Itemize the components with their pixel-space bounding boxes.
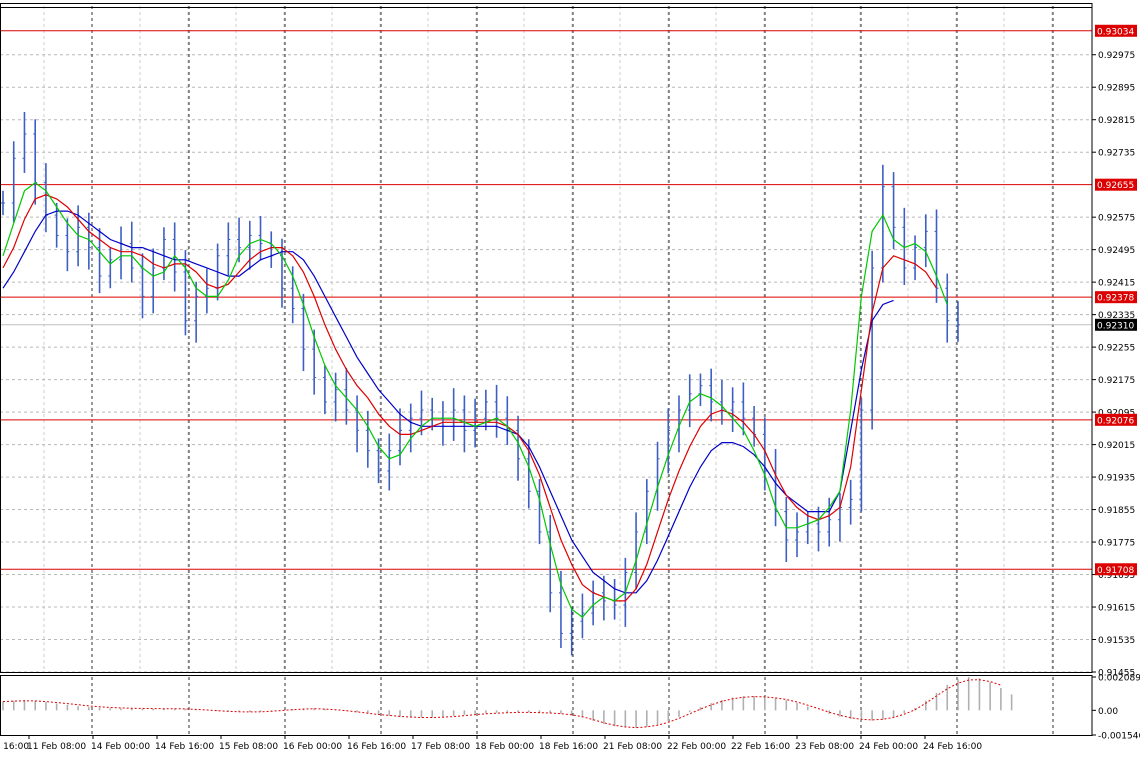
time-tick-label: 10 Feb 16:00 [0,742,29,752]
price-tick-label: 0.92015 [1098,441,1135,451]
level-label: 0.92655 [1097,181,1134,191]
osc-tick-label: 0.002089 [1098,674,1140,684]
price-tick-label: 0.91615 [1098,604,1135,614]
price-chart: 0.92975 0.92895 0.92815 0.92735 0.92575 0.924… [0,0,1140,757]
price-tick-label: 0.91935 [1098,474,1135,484]
price-tick-label: 0.92975 [1098,51,1135,61]
level-label: 0.91708 [1097,566,1134,576]
time-tick-label: 22 Feb 16:00 [731,742,790,752]
price-tick-label: 0.91535 [1098,636,1135,646]
time-tick-label: 16 Feb 00:00 [283,742,342,752]
price-tick-label: 0.92255 [1098,344,1135,354]
price-tick-label: 0.92495 [1098,246,1135,256]
time-tick-label: 18 Feb 00:00 [475,742,534,752]
price-tick-label: 0.91855 [1098,506,1135,516]
level-label: 0.92076 [1097,416,1134,426]
time-tick-label: 18 Feb 16:00 [539,742,598,752]
price-tick-label: 0.92175 [1098,376,1135,386]
price-tick-label: 0.92815 [1098,116,1135,126]
time-tick-label: 17 Feb 08:00 [411,742,470,752]
chart-root: 0.92975 0.92895 0.92815 0.92735 0.92575 0.924… [0,0,1140,757]
level-label: 0.92378 [1097,294,1134,304]
price-tick-label: 0.92415 [1098,279,1135,289]
price-tick-label: 0.92895 [1098,84,1135,94]
time-tick-label: 15 Feb 08:00 [219,742,278,752]
osc-tick-label: -0.001546 [1098,732,1140,742]
current-price-label: 0.92310 [1097,321,1134,331]
time-tick-label: 21 Feb 08:00 [603,742,662,752]
price-tick-label: 0.92735 [1098,149,1135,159]
time-tick-label: 23 Feb 08:00 [795,742,854,752]
time-tick-label: 16 Feb 16:00 [347,742,406,752]
time-tick-label: 11 Feb 08:00 [27,742,86,752]
price-tick-label: 0.92575 [1098,214,1135,224]
price-tick-label: 0.91775 [1098,539,1135,549]
osc-tick-label: 0.00 [1098,707,1118,717]
time-tick-label: 24 Feb 00:00 [859,742,918,752]
time-tick-label: 22 Feb 00:00 [667,742,726,752]
chart-background [0,0,1140,757]
time-tick-label: 14 Feb 16:00 [155,742,214,752]
time-tick-label: 14 Feb 00:00 [91,742,150,752]
time-tick-label: 24 Feb 16:00 [923,742,982,752]
level-label: 0.93034 [1097,27,1134,37]
